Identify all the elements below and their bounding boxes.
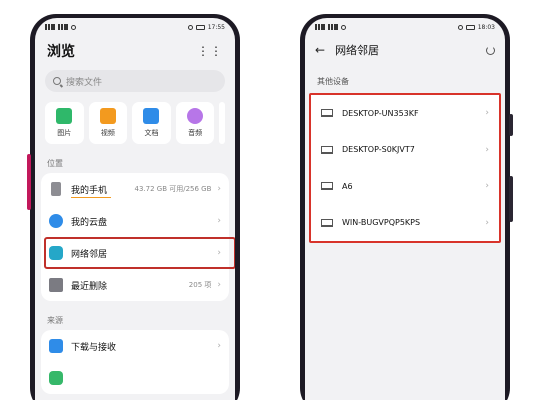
device-list: DESKTOP-UN353KF › DESKTOP-S0KJVT7 › A6 ›… [309,93,501,243]
location-my-cloud[interactable]: 我的云盘 › [41,205,229,237]
device-name: DESKTOP-S0KJVT7 [342,145,415,155]
back-arrow-icon[interactable]: ← [315,43,325,57]
device-item[interactable]: WIN-BUGVPQP5KPS › [311,205,499,242]
category-grid: 图片 视频 文档 音频 [35,92,235,144]
network-neighbor-screen: 18:03 ← 网络邻居 其他设备 DESKTOP-UN353KF › DESK… [305,18,505,400]
chevron-right-icon: › [217,248,221,258]
status-bar: 17:55 [35,18,235,36]
battery-icon [465,24,475,30]
more-dots-icon[interactable]: ⋮⋮ [197,44,223,58]
search-input[interactable]: 搜索文件 [45,70,225,92]
download-icon [49,339,63,353]
category-more[interactable] [219,102,226,144]
left-phone-frame: 17:55 浏览 ⋮⋮ 搜索文件 图片 视频 文档 音频 位置 我的手机 43.… [27,14,240,400]
device-name: A6 [342,181,353,191]
side-button [509,114,513,136]
computer-icon [321,109,333,118]
side-button [27,154,31,210]
chevron-right-icon: › [485,181,489,192]
location-network-neighbor[interactable]: 网络邻居 › [41,237,235,269]
chevron-right-icon: › [217,184,221,194]
app-icon [49,371,63,385]
right-phone-frame: 18:03 ← 网络邻居 其他设备 DESKTOP-UN353KF › DESK… [300,14,513,400]
devices-section-header: 其他设备 [317,77,349,86]
source-list: 下载与接收 › [41,330,229,394]
location-label: 我的手机 [71,185,108,196]
storage-usage-bar [71,196,111,198]
files-browse-screen: 17:55 浏览 ⋮⋮ 搜索文件 图片 视频 文档 音频 位置 我的手机 43.… [35,18,235,400]
item-count: 205 项 [188,281,212,289]
category-videos[interactable]: 视频 [88,102,128,144]
refresh-icon[interactable] [486,45,495,55]
alarm-icon [187,24,193,30]
screenshot-stage: 17:55 浏览 ⋮⋮ 搜索文件 图片 视频 文档 音频 位置 我的手机 43.… [0,0,541,400]
location-label: 我的云盘 [71,217,108,228]
location-list: 我的手机 43.72 GB 可用/256 GB › 我的云盘 › 网络邻居 › [41,173,235,301]
category-label: 视频 [100,129,115,137]
battery-icon [195,24,205,30]
category-images[interactable]: 图片 [45,102,84,144]
video-icon [99,108,116,124]
page-title: 浏览 [47,44,75,60]
category-documents[interactable]: 文档 [132,102,171,144]
source-cutoff[interactable] [41,362,229,394]
device-item[interactable]: DESKTOP-UN353KF › [311,95,499,132]
chevron-right-icon: › [485,217,489,228]
source-label: 下载与接收 [71,342,117,353]
side-button [509,176,513,222]
chevron-right-icon: › [217,341,221,351]
search-icon [53,77,61,85]
location-label: 最近删除 [71,281,108,292]
search-placeholder: 搜索文件 [66,77,103,88]
chevron-right-icon: › [485,108,489,119]
computer-icon [321,145,333,154]
location-label: 网络邻居 [71,249,108,260]
cloud-icon [49,214,63,228]
category-label: 文档 [144,129,159,137]
device-name: DESKTOP-UN353KF [342,108,419,118]
chevron-right-icon: › [217,216,221,226]
location-section-header: 位置 [47,159,63,168]
chevron-right-icon: › [485,144,489,155]
computer-icon [321,218,333,227]
wifi-icon [341,24,346,30]
category-label: 图片 [57,129,72,137]
status-time: 18:03 [477,23,495,31]
signal-icon [58,24,68,30]
chevron-right-icon: › [217,280,221,290]
status-bar: 18:03 [305,18,505,36]
location-my-phone[interactable]: 我的手机 43.72 GB 可用/256 GB › [41,173,229,205]
device-name: WIN-BUGVPQP5KPS [342,218,421,228]
alarm-icon [457,24,463,30]
storage-value: 43.72 GB 可用/256 GB [134,185,212,193]
category-label: 音频 [188,129,203,137]
status-time: 17:55 [207,23,225,31]
location-recently-deleted[interactable]: 最近删除 205 项 › [41,269,229,301]
image-icon [56,108,73,124]
category-audio[interactable]: 音频 [175,102,215,144]
source-downloads[interactable]: 下载与接收 › [41,330,229,362]
signal-icon [45,24,55,30]
page-title: 网络邻居 [335,44,380,57]
device-item[interactable]: DESKTOP-S0KJVT7 › [311,132,499,169]
signal-icon [315,24,325,30]
phone-icon [51,182,61,196]
document-icon [143,108,160,124]
computer-icon [321,182,333,191]
network-icon [49,246,63,260]
audio-icon [187,108,204,124]
trash-icon [49,278,63,292]
signal-icon [328,24,338,30]
wifi-icon [71,24,76,30]
device-item[interactable]: A6 › [311,168,499,205]
source-section-header: 来源 [47,316,63,325]
